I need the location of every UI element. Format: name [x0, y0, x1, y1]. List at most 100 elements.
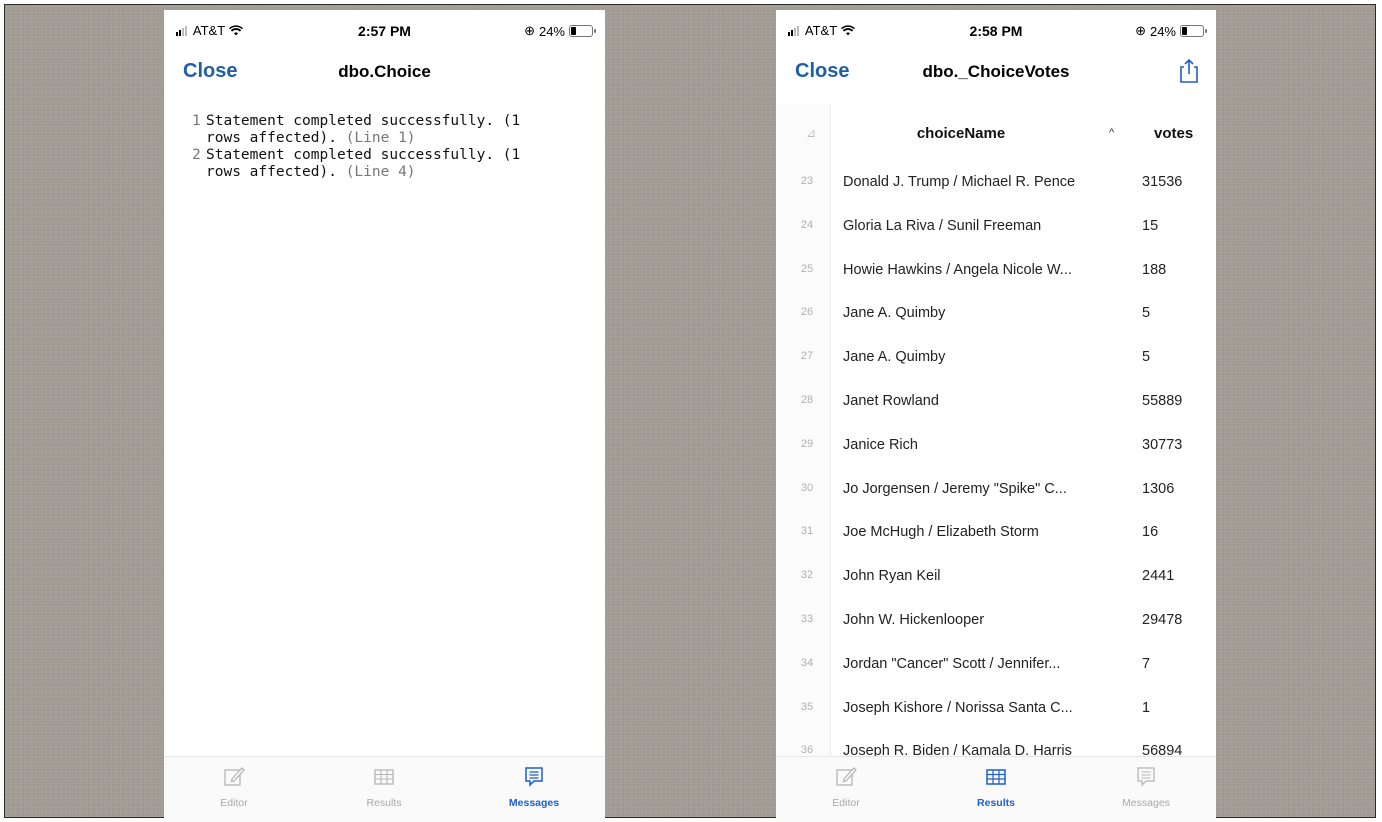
cell-choicename: Howie Hawkins / Angela Nicole W... [843, 261, 1072, 278]
tab-messages[interactable]: Messages [1096, 765, 1196, 809]
photo-backdrop: AT&T 2:57 PM ⊕ 24% Close dbo.Choice 1 St… [4, 4, 1376, 822]
messages-icon [525, 767, 543, 787]
table-icon [986, 769, 1006, 785]
row-number: 24 [800, 218, 814, 231]
cell-votes: 7 [1142, 655, 1151, 672]
battery-icon [1180, 25, 1207, 37]
table-row[interactable]: 31 Joe McHugh / Elizabeth Storm 16 [776, 512, 1216, 556]
tab-messages-label: Messages [508, 797, 560, 809]
cell-votes: 16 [1142, 524, 1159, 541]
share-icon[interactable] [1178, 58, 1200, 84]
tab-bar: Editor Results Messages [164, 756, 605, 822]
row-number: 27 [800, 350, 814, 363]
cell-votes: 5 [1142, 305, 1151, 322]
tab-results[interactable]: Results [946, 765, 1046, 809]
cell-choicename: Jordan "Cancer" Scott / Jennifer... [843, 655, 1061, 672]
tab-editor-label: Editor [220, 797, 248, 809]
table-row[interactable]: 24 Gloria La Riva / Sunil Freeman 15 [776, 206, 1216, 250]
cell-votes: 5 [1142, 349, 1151, 366]
status-bar: AT&T 2:58 PM ⊕ 24% [776, 10, 1216, 50]
table-row[interactable]: 30 Jo Jorgensen / Jeremy "Spike" C... 1306 [776, 469, 1216, 513]
tab-messages-label: Messages [1122, 797, 1170, 809]
table-row[interactable]: 27 Jane A. Quimby 5 [776, 337, 1216, 381]
table-row[interactable]: 35 Joseph Kishore / Norissa Santa C... 1 [776, 688, 1216, 732]
cell-votes: 56894 [1142, 743, 1183, 757]
table-row[interactable]: 33 John W. Hickenlooper 29478 [776, 600, 1216, 644]
table-row[interactable]: 34 Jordan "Cancer" Scott / Jennifer... 7 [776, 644, 1216, 688]
cell-votes: 1 [1142, 699, 1151, 716]
sort-ascending-icon[interactable]: ^ [1109, 127, 1114, 139]
table-row[interactable]: 29 Janice Rich 30773 [776, 425, 1216, 469]
table-row[interactable]: 32 John Ryan Keil 2441 [776, 556, 1216, 600]
cell-choicename: Jane A. Quimby [843, 349, 946, 366]
table-icon [374, 769, 394, 785]
grid-header: ⊿ choiceName ^ votes [776, 104, 1216, 162]
table-row[interactable]: 26 Jane A. Quimby 5 [776, 293, 1216, 337]
cell-choicename: Joseph R. Biden / Kamala D. Harris [843, 743, 1072, 757]
orientation-lock-icon: ⊕ [1135, 23, 1146, 38]
left-phone-screen: AT&T 2:57 PM ⊕ 24% Close dbo.Choice 1 St… [164, 10, 605, 822]
cell-votes: 2441 [1142, 568, 1175, 585]
status-bar: AT&T 2:57 PM ⊕ 24% [164, 10, 605, 50]
message-line-ref: (Line 1) [345, 130, 416, 146]
row-number: 35 [800, 700, 814, 713]
row-number: 30 [800, 481, 814, 494]
row-number: 32 [800, 569, 814, 582]
edit-icon [224, 767, 245, 786]
table-row[interactable]: 36 Joseph R. Biden / Kamala D. Harris 5689… [776, 731, 1216, 757]
tab-editor[interactable]: Editor [796, 765, 896, 809]
row-number: 31 [800, 525, 814, 538]
cell-choicename: Janice Rich [843, 436, 918, 453]
nav-bar: Close dbo.Choice [164, 52, 605, 92]
tab-bar: Editor Results Messages [776, 756, 1216, 822]
cell-choicename: Janet Rowland [843, 393, 939, 409]
cell-choicename: Jane A. Quimby [843, 305, 946, 322]
cell-votes: 29478 [1142, 612, 1183, 628]
row-number: 29 [800, 437, 814, 450]
edit-icon [836, 767, 857, 786]
table-row[interactable]: 25 Howie Hawkins / Angela Nicole W... 188 [776, 250, 1216, 294]
column-header-choicename[interactable]: choiceName [836, 125, 1086, 142]
cell-votes: 30773 [1142, 436, 1183, 453]
table-row[interactable]: 23 Donald J. Trump / Michael R. Pence 3153… [776, 162, 1216, 206]
message-line: 2 Statement completed successfully. (1 r… [192, 147, 595, 181]
cell-votes: 15 [1142, 217, 1159, 234]
cell-choicename: Jo Jorgensen / Jeremy "Spike" C... [843, 480, 1067, 497]
column-header-votes[interactable]: votes [1154, 125, 1193, 142]
cell-votes: 31536 [1142, 174, 1183, 190]
tab-results-label: Results [366, 797, 402, 809]
row-number: 23 [800, 175, 814, 187]
cell-choicename: Joseph Kishore / Norissa Santa C... [843, 699, 1073, 716]
row-number: 33 [800, 613, 814, 625]
cell-choicename: John Ryan Keil [843, 568, 941, 585]
cell-choicename: Donald J. Trump / Michael R. Pence [843, 174, 1076, 190]
cell-votes: 55889 [1142, 393, 1183, 409]
corner-resize-icon[interactable]: ⊿ [806, 126, 816, 140]
row-number: 28 [800, 394, 814, 406]
cell-votes: 188 [1142, 261, 1167, 278]
results-grid: ⊿ choiceName ^ votes 23 Donald J. Trump /… [776, 104, 1216, 757]
row-number: 36 [800, 744, 814, 757]
tab-messages[interactable]: Messages [484, 765, 584, 809]
tab-editor-label: Editor [832, 797, 860, 809]
messages-icon [1137, 767, 1155, 787]
battery-icon [569, 25, 596, 37]
row-number: 34 [800, 656, 814, 669]
tab-results[interactable]: Results [334, 765, 434, 809]
tab-editor[interactable]: Editor [184, 765, 284, 809]
orientation-lock-icon: ⊕ [524, 23, 535, 38]
battery-percent: 24% [538, 23, 565, 39]
cell-choicename: John W. Hickenlooper [843, 612, 985, 628]
message-number: 1 [192, 113, 201, 129]
message-line-ref: (Line 4) [345, 164, 416, 180]
cell-votes: 1306 [1142, 480, 1175, 497]
message-number: 2 [192, 147, 201, 163]
tab-results-label: Results [977, 797, 1015, 809]
cell-choicename: Gloria La Riva / Sunil Freeman [843, 217, 1042, 234]
table-row[interactable]: 28 Janet Rowland 55889 [776, 381, 1216, 425]
right-phone-screen: AT&T 2:58 PM ⊕ 24% Close dbo._ChoiceVote… [776, 10, 1216, 822]
message-line: 1 Statement completed successfully. (1 r… [192, 113, 595, 147]
row-number: 25 [800, 262, 814, 275]
page-title: dbo._ChoiceVotes [922, 62, 1070, 81]
page-title: dbo.Choice [338, 62, 431, 81]
